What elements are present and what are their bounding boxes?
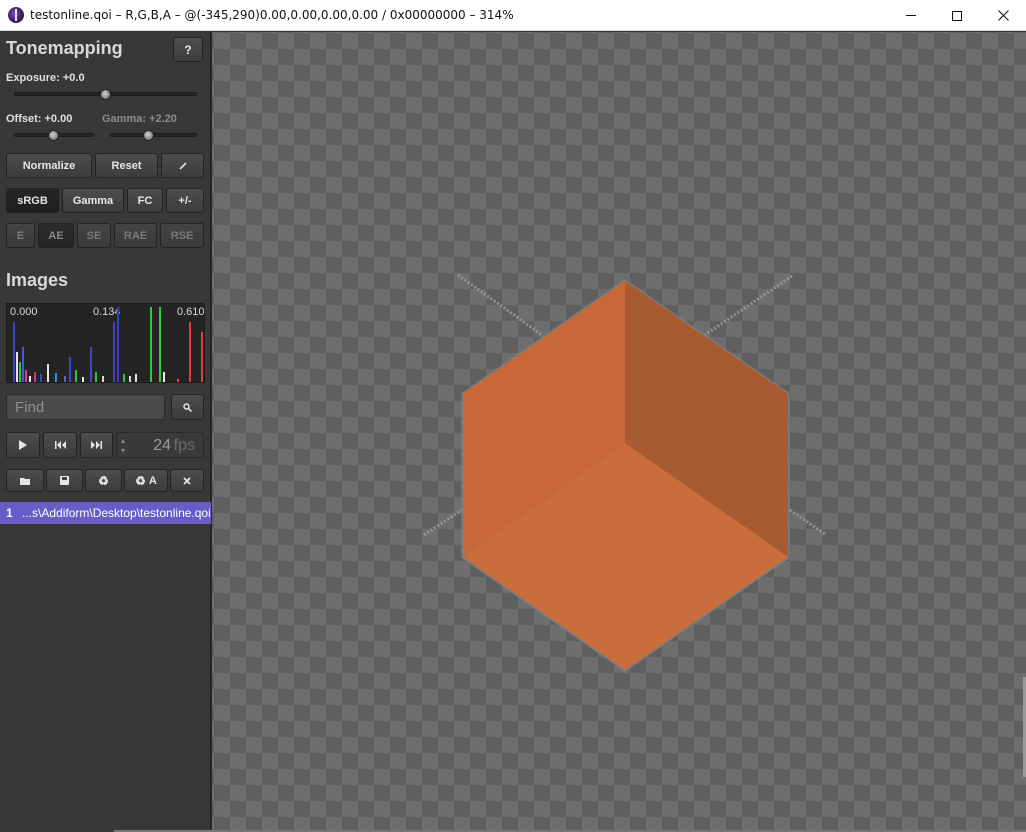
- metric-rse-button[interactable]: RSE: [160, 223, 204, 248]
- recycle-icon: ♻: [135, 473, 146, 488]
- reset-button[interactable]: Reset: [95, 153, 158, 178]
- mode-fc-button[interactable]: FC: [127, 188, 163, 213]
- gamma-slider-knob[interactable]: [143, 130, 154, 141]
- maximize-button[interactable]: [934, 0, 980, 31]
- offset-slider-knob[interactable]: [48, 130, 59, 141]
- skip-back-icon: [54, 441, 66, 449]
- image-list-item[interactable]: 1 ...s\Addiform\Desktop\testonline.qoi: [0, 502, 211, 524]
- search-button[interactable]: [171, 394, 204, 420]
- save-icon: [60, 476, 69, 485]
- mode-pos-neg-button[interactable]: +/-: [166, 188, 204, 213]
- mode-srgb-button[interactable]: sRGB: [6, 188, 59, 213]
- exposure-slider-knob[interactable]: [100, 89, 111, 100]
- metric-se-button[interactable]: SE: [77, 223, 111, 248]
- save-image-button[interactable]: [46, 469, 83, 492]
- spin-arrows-icon[interactable]: ▴ ▾: [121, 436, 131, 456]
- histogram-min-label: 0.000: [10, 306, 38, 318]
- exposure-label: Exposure: +0.0: [6, 72, 85, 84]
- app-icon: [8, 7, 24, 23]
- histogram: 0.000 0.134 0.610: [6, 303, 205, 383]
- maximize-icon: [952, 10, 962, 21]
- reload-all-label: A: [148, 474, 157, 487]
- normalize-button[interactable]: Normalize: [6, 153, 92, 178]
- find-input[interactable]: Find: [6, 394, 165, 420]
- minimize-icon: [906, 15, 916, 16]
- reload-image-button[interactable]: ♻: [85, 469, 122, 492]
- axis-line-bottom-right: [789, 508, 826, 536]
- images-title: Images: [6, 270, 69, 290]
- offset-label: Offset: +0.00: [6, 113, 73, 125]
- search-icon: [183, 402, 192, 412]
- title-bar: testonline.qoi – R,G,B,A – @(-345,290)0.…: [0, 0, 1026, 31]
- metric-rae-button[interactable]: RAE: [114, 223, 157, 248]
- image-canvas[interactable]: [212, 32, 1026, 832]
- close-image-button[interactable]: [170, 469, 204, 492]
- minimize-button[interactable]: [888, 0, 934, 31]
- axis-line-top-left: [457, 273, 543, 337]
- metric-e-button[interactable]: E: [6, 223, 35, 248]
- open-image-button[interactable]: [6, 469, 44, 492]
- recycle-icon: ♻: [98, 473, 109, 488]
- tonemapping-title: Tonemapping: [6, 38, 123, 58]
- fps-value: 24: [153, 437, 171, 454]
- fps-unit: fps: [173, 437, 195, 454]
- folder-icon: [20, 477, 30, 485]
- metric-ae-button[interactable]: AE: [38, 223, 74, 248]
- sidebar: Tonemapping ? Exposure: +0.0 Offset: +0.…: [0, 32, 211, 832]
- help-button[interactable]: ?: [173, 37, 203, 62]
- axis-line-bottom-left: [423, 508, 463, 537]
- close-window-button[interactable]: [980, 0, 1026, 31]
- play-icon: [19, 440, 27, 450]
- axis-line-top-right: [704, 274, 793, 337]
- pick-color-button[interactable]: [161, 153, 204, 178]
- skip-forward-icon: [91, 441, 102, 449]
- play-button[interactable]: [6, 432, 40, 458]
- image-index: 1: [6, 506, 13, 520]
- window-title: testonline.qoi – R,G,B,A – @(-345,290)0.…: [30, 8, 514, 22]
- cube-image: [423, 273, 826, 672]
- fps-stepper[interactable]: ▴ ▾ 24 fps: [116, 432, 204, 458]
- next-frame-button[interactable]: [80, 432, 113, 458]
- reload-all-button[interactable]: ♻ A: [124, 469, 168, 492]
- histogram-max-label: 0.610: [177, 306, 205, 318]
- previous-frame-button[interactable]: [43, 432, 77, 458]
- pencil-icon: [178, 161, 187, 170]
- close-icon: [183, 476, 191, 485]
- gamma-label: Gamma: +2.20: [102, 113, 177, 125]
- image-path: ...s\Addiform\Desktop\testonline.qoi: [22, 506, 211, 520]
- mode-gamma-button[interactable]: Gamma: [62, 188, 124, 213]
- close-icon: [997, 10, 1009, 21]
